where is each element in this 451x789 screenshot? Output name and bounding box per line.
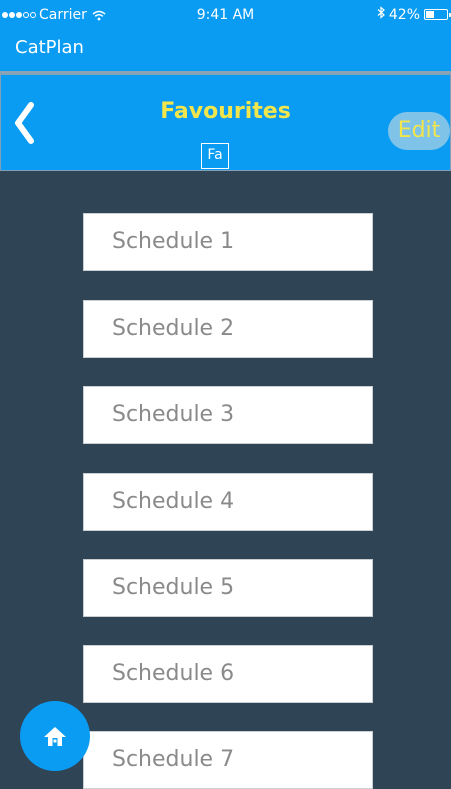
favourites-badge: Fa: [201, 143, 229, 169]
battery-level: [426, 11, 434, 18]
schedule-item[interactable]: Schedule 1: [83, 213, 373, 271]
status-right: 42%: [377, 6, 451, 23]
home-button[interactable]: [20, 701, 90, 771]
schedule-list: Schedule 1 Schedule 2 Schedule 3 Schedul…: [0, 171, 451, 789]
app-bar: CatPlan: [0, 30, 451, 71]
nav-header: Favourites Fa Edit: [0, 74, 451, 171]
edit-button[interactable]: Edit: [388, 112, 450, 150]
status-bar: Carrier 9:41 AM 42%: [0, 0, 451, 30]
battery-percent: 42%: [388, 6, 420, 23]
schedule-item[interactable]: Schedule 3: [83, 386, 373, 444]
bluetooth-icon: [377, 6, 385, 23]
schedule-item[interactable]: Schedule 6: [83, 645, 373, 703]
app-title: CatPlan: [15, 37, 84, 58]
home-icon: [44, 727, 66, 746]
page-title: Favourites: [160, 99, 291, 124]
schedule-item[interactable]: Schedule 4: [83, 473, 373, 531]
schedule-item[interactable]: Schedule 2: [83, 300, 373, 358]
schedule-item[interactable]: Schedule 5: [83, 559, 373, 617]
schedule-item[interactable]: Schedule 7: [83, 731, 373, 789]
battery-icon: [424, 9, 451, 20]
